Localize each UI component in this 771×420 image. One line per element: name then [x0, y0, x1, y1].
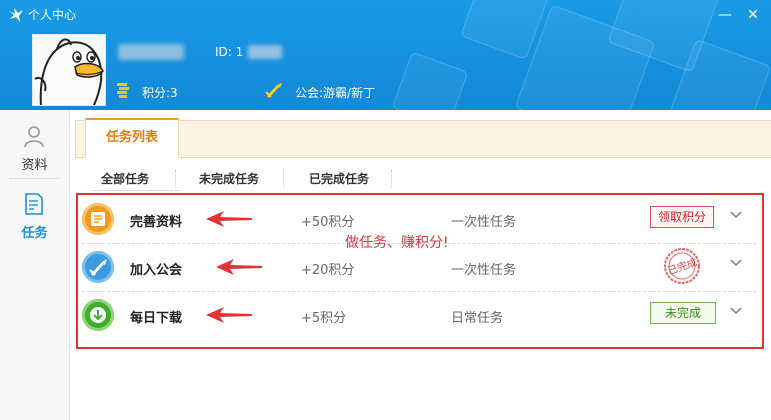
- sidebar-item-tasks[interactable]: 任务: [0, 182, 69, 246]
- subtab-separator: [175, 170, 176, 188]
- username-redacted: [118, 44, 184, 60]
- tab-strip: [75, 120, 771, 158]
- user-id-label: ID: 1: [215, 45, 244, 59]
- sidebar-item-profile[interactable]: 资料: [0, 114, 69, 178]
- tab-task-list[interactable]: 任务列表: [85, 118, 179, 158]
- promo-annotation: 做任务、赚积分!: [345, 235, 449, 251]
- subtab-separator: [391, 170, 392, 188]
- title-bar: 个人中心 — ✕: [0, 0, 771, 30]
- sidebar-item-label: 资料: [21, 158, 48, 173]
- guild-value: 公会:游霸/新丁: [295, 86, 376, 100]
- user-icon: [24, 126, 44, 148]
- subtab-divider: [91, 190, 181, 191]
- sidebar-item-label: 任务: [21, 226, 48, 241]
- penguin-avatar-icon: [34, 38, 104, 105]
- user-id-redacted: [248, 45, 282, 59]
- guild-icon: [265, 83, 282, 98]
- subtab-bar: 全部任务 未完成任务 已完成任务: [75, 168, 405, 190]
- annotation-highlight-box: [76, 193, 764, 349]
- sidebar: 资料 任务: [0, 110, 70, 420]
- subtab-incomplete[interactable]: 未完成任务: [199, 168, 259, 190]
- task-doc-icon: [25, 193, 43, 215]
- subtab-completed[interactable]: 已完成任务: [309, 168, 369, 190]
- bird-logo-icon: [9, 8, 23, 22]
- close-button[interactable]: ✕: [744, 6, 762, 24]
- sidebar-divider: [10, 178, 60, 179]
- points-value: 积分:3: [142, 86, 178, 100]
- window-title: 个人中心: [28, 8, 77, 22]
- minimize-button[interactable]: —: [716, 6, 734, 24]
- points-icon: [117, 83, 129, 98]
- subtab-all[interactable]: 全部任务: [101, 168, 149, 190]
- profile-header: 个人中心 — ✕ ID: 1 积分:3 公会:游霸/新丁: [0, 0, 771, 110]
- avatar[interactable]: [32, 34, 106, 106]
- subtab-separator: [283, 170, 284, 188]
